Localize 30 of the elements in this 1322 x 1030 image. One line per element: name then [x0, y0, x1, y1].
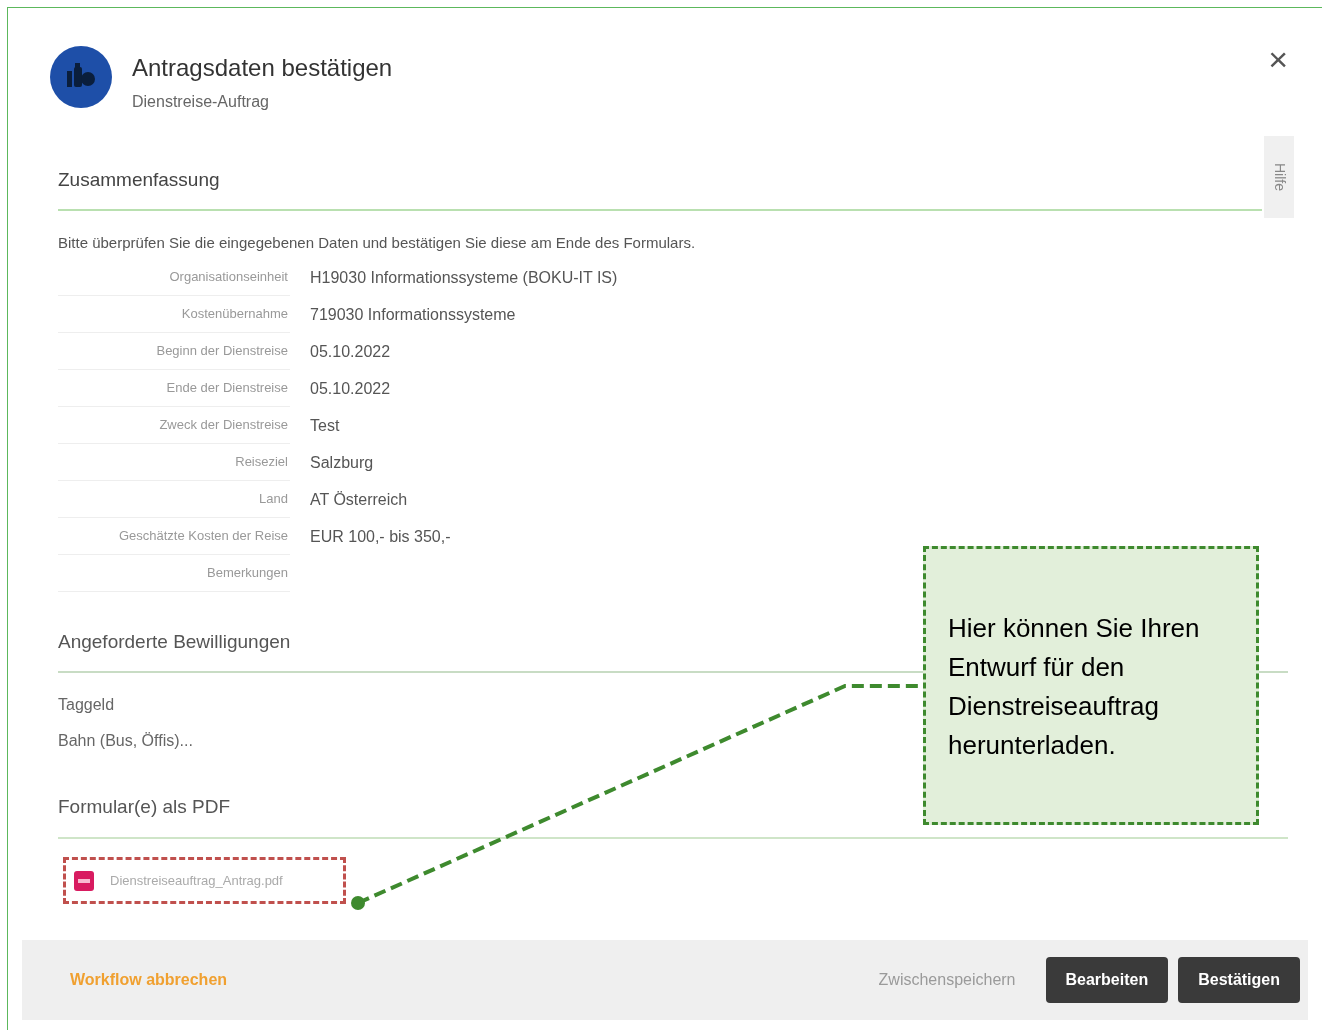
- field-label: Bemerkungen: [207, 564, 288, 583]
- field-label: Beginn der Dienstreise: [156, 342, 288, 361]
- field-label: Organisationseinheit: [169, 268, 288, 287]
- field-value: Salzburg: [310, 452, 374, 473]
- section-heading: Zusammenfassung: [58, 136, 1262, 211]
- field-label: Ende der Dienstreise: [166, 379, 288, 398]
- field-label: Land: [259, 490, 288, 509]
- pdf-file-link[interactable]: Dienstreiseauftrag_Antrag.pdf: [110, 870, 283, 891]
- pdf-file-icon: [74, 870, 94, 891]
- field-label: Kostenübernahme: [181, 305, 288, 324]
- field-label: Geschätzte Kosten der Reise: [118, 527, 288, 546]
- field-label: Reiseziel: [235, 453, 288, 472]
- approval-item: Taggeld: [58, 694, 115, 715]
- action-button[interactable]: Bearbeiten: [1045, 957, 1169, 1003]
- field-value: 05.10.2022: [310, 341, 391, 362]
- intro-text: Bitte überprüfen Sie die eingegebenen Daten und bestätigen Sie diese am Ende des Formulars.: [58, 233, 697, 253]
- action-button[interactable]: Bestätigen: [1178, 957, 1300, 1003]
- field-value: 05.10.2022: [310, 378, 391, 399]
- close-button[interactable]: ×: [1268, 42, 1288, 76]
- cancel-link[interactable]: Workflow abbrechen: [70, 968, 228, 992]
- dialog-subtitle: Dienstreise-Auftrag: [132, 92, 270, 112]
- field-value: EUR 100,- bis 350,-: [310, 526, 451, 547]
- dialog-title: Antragsdaten bestätigen: [132, 53, 393, 83]
- field-value: AT Österreich: [310, 489, 408, 510]
- approval-item: Bahn (Bus, Öffis)...: [58, 730, 193, 751]
- field-value: H19030 Informationssysteme (BOKU-IT IS): [310, 267, 618, 288]
- field-value: 719030 Informationssysteme: [310, 304, 516, 325]
- field-label: Zweck der Dienstreise: [159, 416, 288, 435]
- field-value: Test: [310, 415, 340, 436]
- help-tab[interactable]: Hilfe: [1264, 136, 1294, 218]
